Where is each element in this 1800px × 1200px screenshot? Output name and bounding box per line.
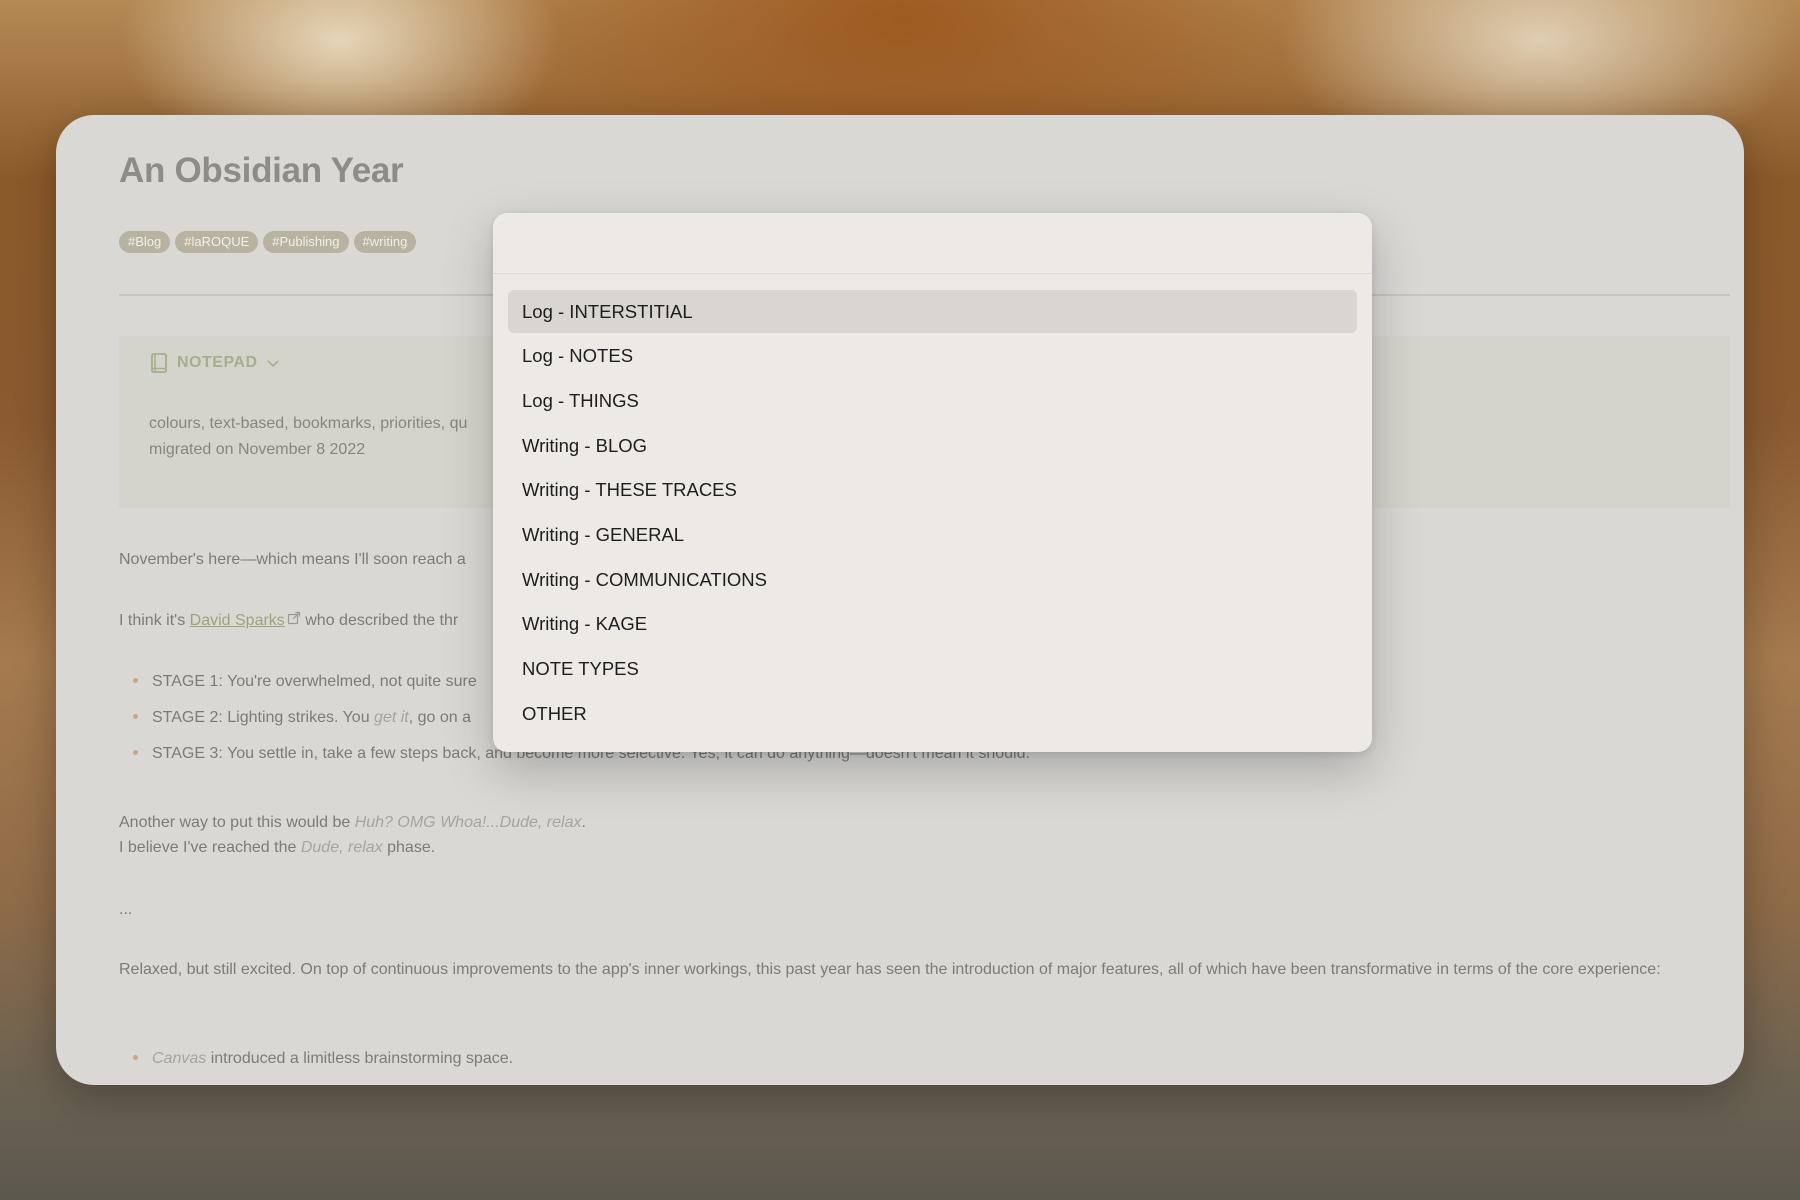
quick-switcher-modal: Log - INTERSTITIAL Log - NOTES Log - THI… (493, 213, 1372, 752)
bullet-dot (133, 677, 138, 683)
list-item: STAGE 2: Lighting strikes. You get it, g… (119, 709, 471, 727)
emphasis-text: get it (374, 709, 409, 726)
picker-option[interactable]: Writing - THESE TRACES (508, 469, 1357, 512)
paragraph: Relaxed, but still excited. On top of co… (119, 961, 1661, 978)
emphasis-text: Dude, relax (300, 839, 383, 856)
bullet-dot (133, 749, 138, 755)
picker-option[interactable]: OTHER (508, 692, 1357, 735)
chevron-down-icon[interactable] (266, 358, 280, 368)
picker-option[interactable]: Log - INTERSTITIAL (508, 290, 1357, 333)
picker-option[interactable]: Writing - BLOG (508, 424, 1357, 467)
paragraph-text: phase. (382, 839, 436, 856)
list-item-text: STAGE 1: You're overwhelmed, not quite s… (152, 673, 477, 690)
emphasis-text: Canvas (152, 1050, 207, 1067)
author-link[interactable]: David Sparks (190, 612, 285, 629)
emphasis-text: Huh? OMG Whoa!...Dude, relax (354, 814, 582, 831)
bullet-dot (133, 1054, 138, 1060)
picker-option[interactable]: NOTE TYPES (508, 648, 1357, 691)
list-item-text: , go on a (408, 709, 472, 726)
picker-option[interactable]: Writing - COMMUNICATIONS (508, 558, 1357, 601)
paragraph-text: who described the thr (300, 612, 459, 629)
paragraph: I believe I've reached the Dude, relax p… (119, 835, 435, 860)
ellipsis-paragraph: ... (119, 901, 133, 918)
paragraph-text: I believe I've reached the (119, 839, 301, 856)
paragraph: November's here—which means I'll soon re… (119, 551, 466, 568)
paragraph: I think it's David Sparks who described … (119, 608, 458, 633)
tag-blog[interactable]: #Blog (119, 231, 171, 253)
tag-publishing[interactable]: #Publishing (263, 231, 349, 253)
callout-title: NOTEPAD (177, 354, 258, 371)
paragraph: Another way to put this would be Huh? OM… (119, 810, 586, 835)
paragraph-text: . (581, 814, 586, 831)
tag-laroque[interactable]: #laROQUE (175, 231, 259, 253)
picker-option[interactable]: Writing - GENERAL (508, 513, 1357, 556)
callout-body: colours, text-based, bookmarks, prioriti… (149, 411, 467, 463)
bullet-dot (133, 713, 138, 719)
external-link-icon[interactable] (287, 608, 301, 633)
tag-list: #Blog #laROQUE #Publishing #writing (119, 231, 417, 253)
picker-option[interactable]: Writing - KAGE (508, 603, 1357, 646)
list-item-text: introduced a limitless brainstorming spa… (206, 1050, 514, 1067)
picker-option[interactable]: Log - THINGS (508, 379, 1357, 422)
paragraph-text: I think it's (119, 612, 190, 629)
callout-header[interactable]: NOTEPAD (149, 352, 280, 374)
book-icon (149, 352, 169, 374)
paragraph-text: Another way to put this would be (119, 814, 355, 831)
picker-option[interactable]: Log - NOTES (508, 335, 1357, 378)
list-item-text: STAGE 2: Lighting strikes. You (152, 709, 375, 726)
list-item: Canvas introduced a limitless brainstorm… (119, 1050, 513, 1068)
tag-writing[interactable]: #writing (353, 231, 417, 253)
callout-line: colours, text-based, bookmarks, prioriti… (149, 415, 468, 432)
note-title: An Obsidian Year (119, 151, 404, 190)
picker-results: Log - INTERSTITIAL Log - NOTES Log - THI… (508, 290, 1357, 737)
list-item: STAGE 1: You're overwhelmed, not quite s… (119, 673, 477, 691)
picker-search-input[interactable] (493, 213, 1372, 274)
callout-line: migrated on November 8 2022 (149, 441, 366, 458)
